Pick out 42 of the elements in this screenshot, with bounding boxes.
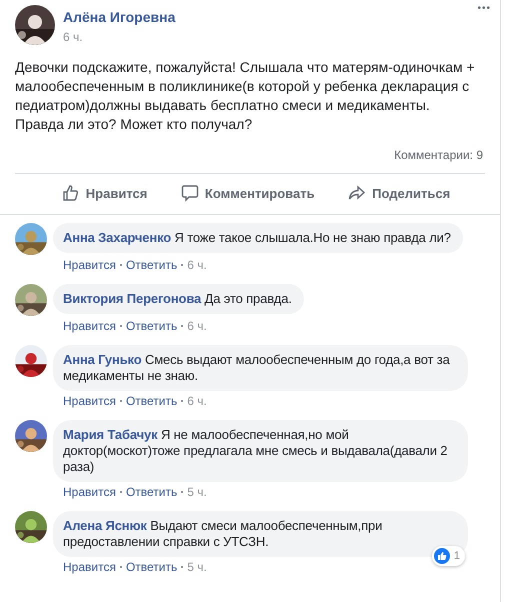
comment-text: Мария Табачук Я не малообеспеченная,но мой доктор(москот)тоже предлагала мне смесь и выдавала(давали 2 раза)	[53, 420, 468, 482]
dot-separator	[181, 264, 184, 266]
dot-separator	[120, 264, 122, 266]
comment-text: Анна Гунько Смесь выдают малообеспеченным до года,а вот за медикаменты не знаю.	[53, 345, 468, 391]
comment-text: Виктория Перегонова Да это правда.	[53, 284, 304, 314]
dot-separator	[181, 491, 184, 493]
comments-count[interactable]: Комментарии: 9	[394, 147, 483, 163]
reply-link[interactable]: Ответить	[126, 319, 178, 333]
comment-time[interactable]: 5 ч.	[187, 560, 207, 574]
post-time[interactable]: 6 ч.	[63, 30, 83, 44]
reply-link[interactable]: Ответить	[126, 485, 178, 499]
like-link[interactable]: Нравится	[63, 560, 116, 574]
post-text: Девочки подскажите, пожалуйста! Слышала что матерям-одиночкам + малообеспеченным в поликлинике(в которой у ребенка декларация с педиатром)должны выдавать бесплатно смеси и медикаменты. Правда ли это? Может кто получал?	[15, 58, 476, 134]
comment-button[interactable]: Комментировать	[174, 178, 321, 208]
share-arrow-icon	[348, 184, 366, 202]
comment-text: Анна Захарченко Я тоже такое слышала.Но не знаю правда ли?	[53, 223, 463, 253]
comment-time[interactable]: 6 ч.	[187, 394, 207, 408]
dot-separator	[120, 566, 122, 568]
more-options-icon[interactable]: •••	[477, 3, 491, 14]
like-link[interactable]: Нравится	[63, 394, 116, 408]
comment-time[interactable]: 6 ч.	[187, 258, 207, 272]
reaction-badge[interactable]: 1	[432, 546, 465, 566]
dot-separator	[120, 491, 122, 493]
dot-separator	[120, 400, 122, 402]
dot-separator	[181, 325, 184, 327]
dot-separator	[181, 566, 184, 568]
like-link[interactable]: Нравится	[63, 258, 116, 272]
comment-time[interactable]: 5 ч.	[187, 485, 207, 499]
like-reaction-icon	[434, 548, 450, 564]
author-name[interactable]: Алёна Игоревна	[63, 8, 176, 26]
reply-link[interactable]: Ответить	[126, 394, 178, 408]
dot-separator	[181, 400, 184, 402]
share-button[interactable]: Поделиться	[342, 178, 456, 208]
comment-time[interactable]: 6 ч.	[187, 319, 207, 333]
speech-bubble-icon	[180, 184, 199, 202]
thumbs-up-icon	[62, 184, 80, 202]
reply-link[interactable]: Ответить	[126, 560, 178, 574]
like-button[interactable]: Нравится	[56, 178, 154, 208]
like-link[interactable]: Нравится	[63, 319, 116, 333]
reply-link[interactable]: Ответить	[126, 258, 178, 272]
dot-separator	[120, 325, 122, 327]
like-link[interactable]: Нравится	[63, 485, 116, 499]
